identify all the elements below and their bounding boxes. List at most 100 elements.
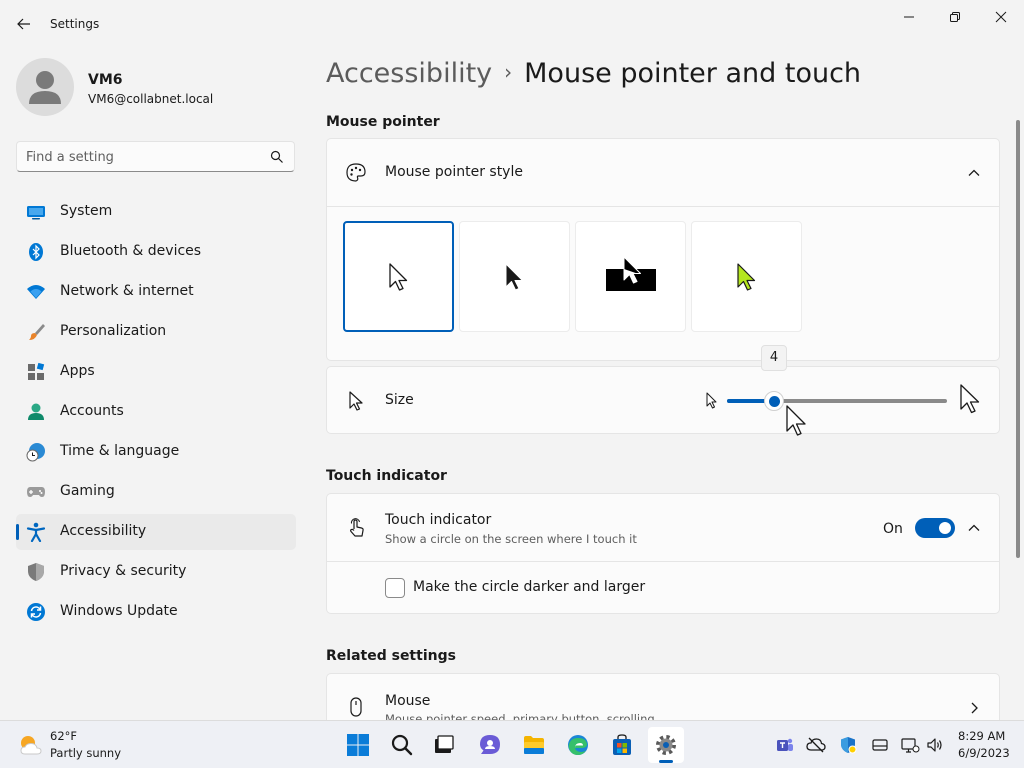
- app-title: Settings: [50, 17, 100, 31]
- mouse-pointer-style-header[interactable]: Mouse pointer style: [327, 139, 999, 207]
- system-icon: [26, 202, 46, 222]
- chevron-up-icon[interactable]: [965, 164, 983, 182]
- close-button[interactable]: [978, 4, 1024, 30]
- user-avatar-icon: [29, 71, 61, 104]
- store-button[interactable]: [604, 727, 640, 763]
- edge-icon: [568, 735, 588, 755]
- onedrive-tray-button[interactable]: [806, 735, 826, 755]
- title-bar: Settings: [0, 0, 1024, 48]
- apps-icon: [26, 362, 46, 382]
- sidebar-item-time-language[interactable]: Time & language: [16, 434, 296, 470]
- pointer-style-black[interactable]: [459, 221, 570, 332]
- sidebar-item-network[interactable]: Network & internet: [16, 274, 296, 310]
- sidebar-item-privacy[interactable]: Privacy & security: [16, 554, 296, 590]
- search-input[interactable]: [26, 147, 266, 167]
- chat-button[interactable]: [472, 727, 508, 763]
- sidebar-item-label: Accounts: [60, 403, 124, 419]
- edge-button[interactable]: [560, 727, 596, 763]
- large-cursor-icon: [959, 383, 981, 419]
- slider-thumb[interactable]: [764, 391, 784, 411]
- update-icon: [26, 602, 46, 622]
- breadcrumb-parent[interactable]: Accessibility: [326, 58, 492, 89]
- sidebar-item-accounts[interactable]: Accounts: [16, 394, 296, 430]
- section-title-related-settings: Related settings: [326, 648, 456, 664]
- darker-circle-checkbox[interactable]: [385, 578, 405, 598]
- store-icon: [613, 734, 631, 755]
- settings-taskbar-button[interactable]: [648, 727, 684, 763]
- pointer-style-custom[interactable]: [691, 221, 802, 332]
- pointer-size-icon: [345, 390, 367, 412]
- defender-icon: [841, 737, 857, 754]
- sidebar-item-gaming[interactable]: Gaming: [16, 474, 296, 510]
- search-icon[interactable]: [270, 150, 284, 164]
- taskbar: 62°F Partly sunny 8:29 AM 6/9/2023: [0, 720, 1024, 768]
- display-tray-button[interactable]: [870, 735, 890, 755]
- teams-tray-button[interactable]: [775, 735, 795, 755]
- bluetooth-icon: [26, 242, 46, 262]
- section-title-mouse-pointer: Mouse pointer: [326, 114, 440, 130]
- network-icon: [901, 738, 920, 753]
- task-view-icon: [435, 735, 454, 753]
- file-explorer-button[interactable]: [516, 727, 552, 763]
- display-icon: [872, 739, 888, 751]
- volume-tray-button[interactable]: [925, 735, 945, 755]
- chat-icon: [480, 735, 500, 754]
- clock-time: 8:29 AM: [958, 729, 1006, 743]
- page-title: Mouse pointer and touch: [524, 58, 862, 89]
- cloud-offline-icon: [806, 737, 826, 753]
- pointer-style-options: [327, 207, 999, 360]
- partly-sunny-icon: [20, 736, 42, 755]
- breadcrumb: Accessibility › Mouse pointer and touch: [326, 58, 861, 89]
- sidebar-item-personalization[interactable]: Personalization: [16, 314, 296, 350]
- related-mouse-card[interactable]: Mouse Mouse pointer speed, primary butto…: [326, 673, 1000, 720]
- sidebar-item-bluetooth[interactable]: Bluetooth & devices: [16, 234, 296, 270]
- scrollbar[interactable]: [1016, 120, 1020, 558]
- search-box[interactable]: [16, 141, 295, 172]
- section-title-touch-indicator: Touch indicator: [326, 468, 447, 484]
- start-button[interactable]: [340, 727, 376, 763]
- back-arrow-icon: [17, 18, 30, 30]
- network-tray-button[interactable]: [900, 735, 920, 755]
- sidebar-item-label: Windows Update: [60, 603, 178, 619]
- small-cursor-icon: [705, 392, 719, 414]
- minimize-icon: [904, 16, 914, 18]
- volume-icon: [927, 738, 942, 752]
- search-icon: [391, 734, 413, 756]
- size-label: Size: [385, 392, 414, 408]
- sidebar-item-windows-update[interactable]: Windows Update: [16, 594, 296, 630]
- pointer-style-inverted[interactable]: [575, 221, 686, 332]
- time-language-icon: [26, 442, 46, 462]
- touch-indicator-description: Show a circle on the screen where I touc…: [385, 532, 637, 546]
- mouse-description: Mouse pointer speed, primary button, scr…: [385, 712, 655, 720]
- task-view-button[interactable]: [426, 727, 462, 763]
- inverted-cursor-icon: [605, 256, 656, 291]
- darker-circle-label: Make the circle darker and larger: [413, 579, 646, 595]
- chevron-right-icon: [965, 699, 983, 717]
- restore-button[interactable]: [932, 4, 978, 30]
- close-icon: [995, 11, 1007, 23]
- touch-indicator-card: Touch indicator Show a circle on the scr…: [326, 493, 1000, 614]
- main-content: Accessibility › Mouse pointer and touch Mo…: [310, 48, 1024, 720]
- touch-indicator-header[interactable]: Touch indicator Show a circle on the scr…: [327, 494, 999, 562]
- back-button[interactable]: [14, 14, 34, 34]
- avatar[interactable]: [16, 58, 74, 116]
- touch-indicator-toggle[interactable]: [915, 518, 955, 538]
- accessibility-icon: [26, 522, 46, 542]
- sidebar-item-system[interactable]: System: [16, 194, 296, 230]
- shield-icon: [26, 562, 46, 582]
- taskbar-search-button[interactable]: [384, 727, 420, 763]
- sidebar-item-label: Apps: [60, 363, 95, 379]
- sidebar-item-apps[interactable]: Apps: [16, 354, 296, 390]
- minimize-button[interactable]: [886, 4, 932, 30]
- user-name: VM6: [88, 72, 123, 88]
- black-cursor-icon: [505, 263, 523, 290]
- user-email: VM6@collabnet.local: [88, 92, 214, 106]
- palette-icon: [345, 162, 367, 184]
- sidebar-item-label: Time & language: [60, 443, 180, 459]
- sidebar-item-accessibility[interactable]: Accessibility: [16, 514, 296, 550]
- mouse-label: Mouse: [385, 693, 431, 709]
- pointer-style-white[interactable]: [343, 221, 454, 332]
- defender-tray-button[interactable]: [838, 735, 858, 755]
- size-slider[interactable]: [727, 391, 947, 411]
- chevron-up-icon[interactable]: [965, 519, 983, 537]
